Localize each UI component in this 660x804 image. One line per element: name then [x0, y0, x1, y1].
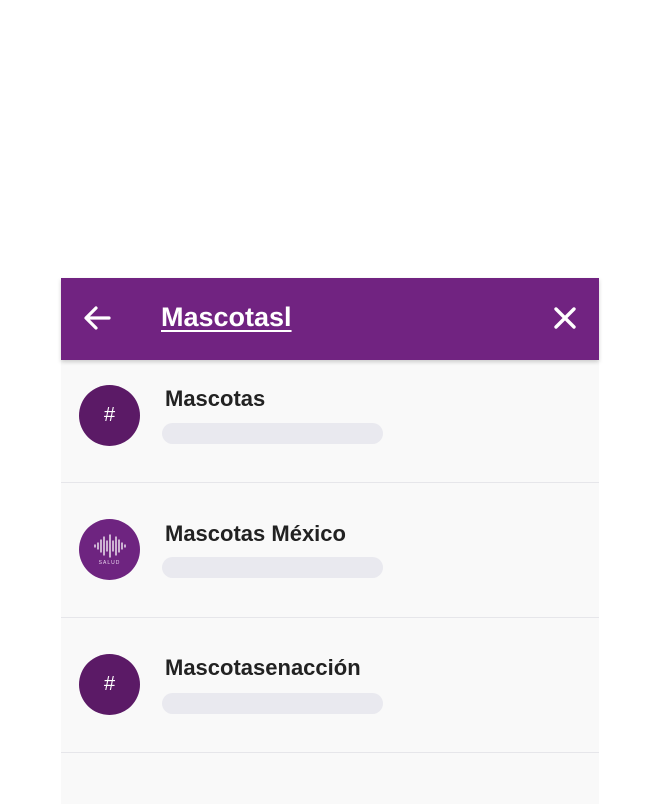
search-bar: [61, 278, 599, 360]
loading-placeholder-line: [162, 423, 383, 444]
back-button[interactable]: [81, 300, 113, 336]
hash-icon: #: [79, 385, 140, 446]
sound-wave-logo-icon: SALUD: [79, 519, 140, 580]
result-name: Mascotasenacción: [165, 655, 361, 680]
search-panel: # Mascotas: [61, 278, 599, 804]
search-input[interactable]: [161, 296, 521, 338]
avatar-caption: SALUD: [98, 560, 121, 566]
loading-placeholder-line: [162, 557, 383, 578]
hash-icon: #: [79, 654, 140, 715]
result-name: Mascotas: [165, 386, 266, 411]
close-icon: [554, 307, 576, 329]
search-results-list: # Mascotas SALUD Mascotas México # Masco…: [61, 360, 599, 753]
result-item[interactable]: SALUD Mascotas México: [61, 483, 599, 618]
clear-search-button[interactable]: [549, 300, 581, 336]
result-name: Mascotas México: [165, 521, 346, 546]
result-item[interactable]: # Mascotasenacción: [61, 618, 599, 753]
result-item[interactable]: # Mascotas: [61, 360, 599, 483]
avatar-symbol: #: [103, 673, 116, 695]
loading-placeholder-line: [162, 693, 383, 714]
arrow-left-icon: [84, 306, 111, 330]
avatar-symbol: #: [103, 404, 116, 426]
